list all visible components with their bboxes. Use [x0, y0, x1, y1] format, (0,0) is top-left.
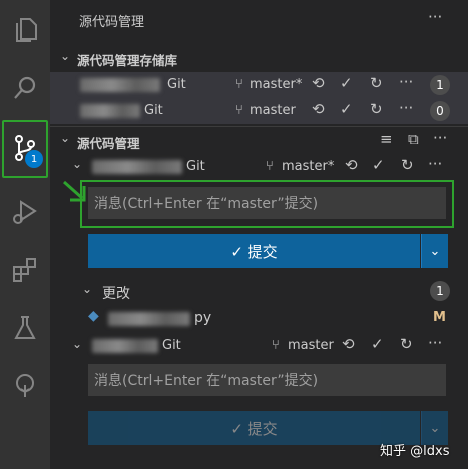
more-icon[interactable]: ···: [428, 336, 442, 351]
repo-provider-label: Git: [186, 159, 205, 174]
changes-title[interactable]: 更改: [102, 283, 130, 303]
run-debug-icon[interactable]: [0, 188, 50, 236]
repo-change-count: 1: [430, 75, 450, 95]
scm-panel: 源代码管理 ··· ⌄ 源代码管理存储库 Git ⑂ master* ⟲ ✓ ↻…: [50, 0, 468, 469]
testing-icon[interactable]: [0, 304, 50, 352]
check-icon[interactable]: ✓: [371, 337, 384, 352]
refresh-icon[interactable]: ↻: [400, 337, 413, 352]
repos-section-title[interactable]: 源代码管理存储库: [77, 50, 177, 69]
source-control-highlight: [2, 120, 48, 178]
view-as-list-icon[interactable]: ≡: [380, 132, 393, 147]
branch-label[interactable]: master: [250, 103, 296, 118]
repo-provider-label: Git: [144, 103, 163, 118]
more-icon[interactable]: ···: [399, 101, 413, 116]
check-icon[interactable]: ✓: [340, 102, 353, 117]
commit-message-input[interactable]: 消息(Ctrl+Enter 在“master”提交): [88, 187, 446, 219]
watermark: 知乎 @ldxs: [380, 444, 450, 459]
commit-button[interactable]: ✓ 提交: [88, 234, 420, 268]
sync-icon[interactable]: ⟲: [312, 76, 325, 91]
repo-provider-label: Git: [162, 338, 181, 353]
search-icon[interactable]: [0, 64, 50, 112]
check-icon[interactable]: ✓: [340, 76, 353, 91]
repo-row-1[interactable]: Git ⑂ master* ⟲ ✓ ↻ ··· 1: [50, 72, 468, 98]
divider: [50, 126, 468, 127]
chevron-down-icon[interactable]: ⌄: [60, 49, 70, 63]
source-control-badge: 1: [25, 150, 43, 168]
sync-icon[interactable]: ⟲: [312, 102, 325, 117]
blurred-repo-name: [92, 339, 158, 353]
activity-bar: 1: [0, 0, 50, 469]
sync-icon[interactable]: ⟲: [342, 337, 355, 352]
branch-icon[interactable]: ⑂: [266, 159, 274, 174]
chevron-down-icon[interactable]: ⌄: [72, 157, 82, 171]
commit-button[interactable]: ✓ 提交: [88, 411, 420, 445]
collapse-all-icon[interactable]: ⧉: [408, 132, 419, 147]
scm-section-title[interactable]: 源代码管理: [77, 133, 140, 152]
commit-dropdown-icon[interactable]: ⌄: [421, 234, 448, 268]
tree-icon[interactable]: [0, 362, 50, 410]
file-extension[interactable]: py: [194, 310, 211, 326]
changes-count: 1: [430, 281, 450, 301]
refresh-icon[interactable]: ↻: [401, 158, 414, 173]
commit-message-input[interactable]: 消息(Ctrl+Enter 在“master”提交): [88, 364, 446, 396]
blurred-repo-name: [80, 78, 160, 92]
more-icon[interactable]: ···: [399, 75, 413, 90]
blurred-file-name: [108, 312, 190, 326]
repo-provider-label: Git: [167, 77, 186, 92]
repo-change-count: 0: [430, 101, 450, 121]
branch-label[interactable]: master*: [250, 77, 302, 92]
chevron-down-icon[interactable]: ⌄: [60, 131, 70, 145]
branch-label[interactable]: master*: [282, 159, 334, 174]
section-more-icon[interactable]: ···: [433, 131, 447, 146]
branch-icon[interactable]: ⑂: [235, 103, 243, 118]
file-status-badge: M: [433, 310, 446, 325]
chevron-down-icon[interactable]: ⌄: [82, 282, 92, 296]
python-file-icon: ◆: [88, 308, 99, 324]
panel-title: 源代码管理: [79, 15, 145, 30]
panel-more-icon[interactable]: ···: [428, 10, 442, 25]
explorer-icon[interactable]: [0, 6, 50, 54]
branch-label[interactable]: master: [288, 338, 334, 353]
check-icon[interactable]: ✓: [372, 158, 385, 173]
blurred-repo-name: [92, 160, 182, 174]
branch-icon[interactable]: ⑂: [235, 77, 243, 92]
refresh-icon[interactable]: ↻: [370, 102, 383, 117]
branch-icon[interactable]: ⑂: [272, 338, 280, 353]
repo-row-2[interactable]: Git ⑂ master ⟲ ✓ ↻ ··· 0: [50, 98, 468, 124]
extensions-icon[interactable]: [0, 246, 50, 294]
sync-icon[interactable]: ⟲: [345, 158, 358, 173]
more-icon[interactable]: ···: [428, 157, 442, 172]
chevron-down-icon[interactable]: ⌄: [72, 337, 82, 351]
blurred-repo-name: [80, 104, 140, 118]
refresh-icon[interactable]: ↻: [370, 76, 383, 91]
